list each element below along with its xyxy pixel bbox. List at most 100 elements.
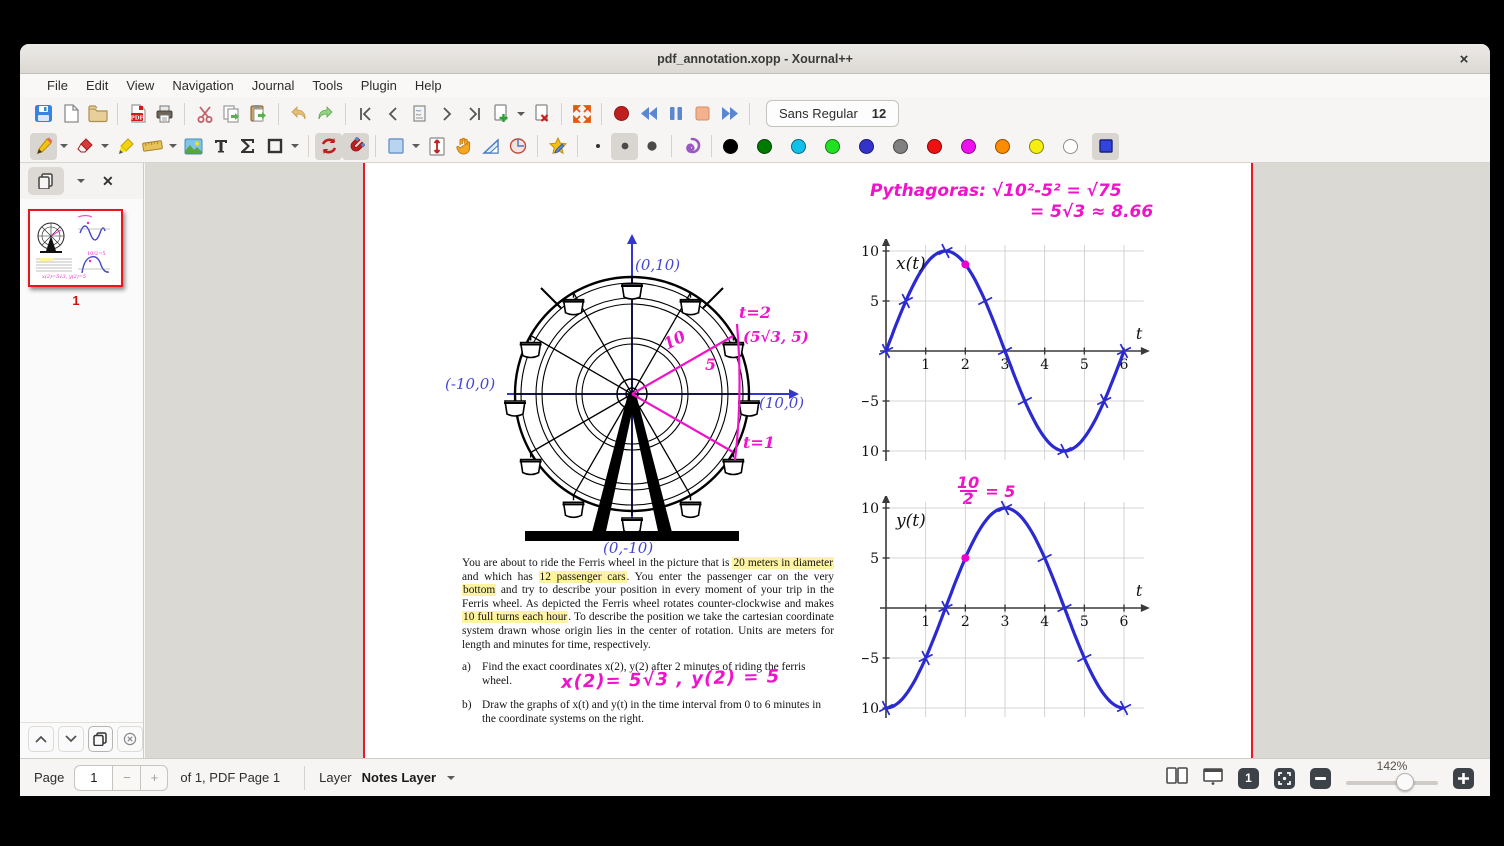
next-thumbnail-button[interactable]	[57, 725, 84, 752]
color-gray-icon[interactable]	[888, 134, 913, 159]
compass-icon[interactable]	[504, 133, 531, 160]
previous-thumbnail-button[interactable]	[28, 725, 54, 752]
pause-icon[interactable]	[662, 100, 689, 127]
previous-page-icon[interactable]	[379, 100, 406, 127]
page-number-input[interactable]: 1	[74, 764, 113, 791]
pen-dropdown[interactable]	[57, 133, 71, 160]
page-preview-tab[interactable]	[28, 167, 64, 195]
menu-plugin[interactable]: Plugin	[352, 76, 406, 95]
highlighter-tool-icon[interactable]	[112, 133, 139, 160]
color-blue-icon[interactable]	[854, 134, 879, 159]
dual-page-icon[interactable]	[1166, 767, 1188, 789]
redo-icon[interactable]	[312, 100, 339, 127]
toolbar-separator	[711, 135, 712, 157]
fullscreen-icon[interactable]	[568, 100, 595, 127]
shape-recognizer-icon[interactable]	[544, 133, 571, 160]
color-black-icon[interactable]	[718, 134, 743, 159]
ruler-tool-icon[interactable]	[139, 133, 166, 160]
insert-image-icon[interactable]	[180, 133, 207, 160]
page-count-label: of 1, PDF Page 1	[180, 770, 281, 785]
add-page-dropdown[interactable]	[514, 100, 528, 127]
layer-selector[interactable]: Notes Layer	[362, 770, 436, 785]
color-green-icon[interactable]	[752, 134, 777, 159]
rotation-snap-icon[interactable]	[315, 132, 342, 160]
wheel-label-top: (0,10)	[635, 256, 680, 274]
sidebar-dropdown[interactable]	[74, 168, 88, 195]
zoom-in-button[interactable]	[1453, 767, 1474, 789]
thickness-fine-icon[interactable]	[584, 133, 611, 160]
xt-graph: 123456105−5−10x(t)t	[862, 239, 1150, 461]
save-icon[interactable]	[30, 100, 57, 127]
color-picker-icon[interactable]	[1092, 132, 1119, 160]
text-tool-icon[interactable]	[207, 133, 234, 160]
setsquare-icon[interactable]	[477, 133, 504, 160]
first-page-icon[interactable]	[352, 100, 379, 127]
stop-icon[interactable]	[689, 100, 716, 127]
select-region-icon[interactable]	[382, 133, 409, 160]
eraser-tool-icon[interactable]	[71, 133, 98, 160]
undo-icon[interactable]	[285, 100, 312, 127]
page-decrement-button[interactable]: −	[112, 764, 141, 791]
ruler-dropdown[interactable]	[166, 133, 180, 160]
pen-tool-icon[interactable]	[30, 132, 57, 160]
menu-file[interactable]: File	[38, 76, 77, 95]
color-orange-icon[interactable]	[990, 134, 1015, 159]
paste-icon[interactable]	[245, 100, 272, 127]
delete-page-icon[interactable]	[528, 100, 555, 127]
font-family-value: Sans Regular	[779, 106, 858, 121]
export-pdf-icon[interactable]: PDF	[124, 100, 151, 127]
menu-view[interactable]: View	[117, 76, 163, 95]
page-thumbnail[interactable]: 10/2=5 x(2)=5√3, y(2)=5	[28, 209, 123, 287]
shapes-dropdown[interactable]	[288, 133, 302, 160]
cut-icon[interactable]	[191, 100, 218, 127]
shapes-tool-icon[interactable]	[261, 133, 288, 160]
pages-view-button[interactable]	[87, 725, 114, 752]
print-icon[interactable]	[151, 100, 178, 127]
add-page-icon[interactable]	[487, 100, 514, 127]
open-folder-icon[interactable]	[84, 100, 111, 127]
layer-dropdown[interactable]	[444, 764, 458, 791]
menu-navigation[interactable]: Navigation	[163, 76, 242, 95]
color-cyan-icon[interactable]	[786, 134, 811, 159]
last-page-icon[interactable]	[460, 100, 487, 127]
eraser-dropdown[interactable]	[98, 133, 112, 160]
snap-magnet-icon[interactable]	[342, 132, 369, 160]
zoom-slider[interactable]: 142%	[1346, 759, 1438, 796]
thickness-medium-icon[interactable]	[611, 132, 638, 160]
sidebar-close-icon[interactable]: ✕	[102, 173, 114, 190]
menu-tools[interactable]: Tools	[303, 76, 351, 95]
menu-edit[interactable]: Edit	[77, 76, 117, 95]
color-magenta-icon[interactable]	[956, 134, 981, 159]
zoom-slider-thumb[interactable]	[1396, 773, 1414, 791]
pdf-page[interactable]: (0,10) (-10,0) (10,0) (0,-10) t=2 (5√3, …	[363, 163, 1253, 758]
next-page-icon[interactable]	[433, 100, 460, 127]
forward-icon[interactable]	[716, 100, 743, 127]
new-document-icon[interactable]	[57, 100, 84, 127]
hand-tool-icon[interactable]	[450, 133, 477, 160]
current-page-icon[interactable]	[406, 100, 433, 127]
vertical-space-icon[interactable]	[423, 133, 450, 160]
font-selector-button[interactable]: Sans Regular 12	[766, 100, 900, 127]
zoom-100-button[interactable]: 1	[1238, 767, 1259, 789]
math-tex-icon[interactable]	[234, 133, 261, 160]
rewind-icon[interactable]	[635, 100, 662, 127]
color-white-icon[interactable]	[1058, 134, 1083, 159]
menu-help[interactable]: Help	[406, 76, 451, 95]
color-yellow-icon[interactable]	[1024, 134, 1049, 159]
presentation-icon[interactable]	[1203, 767, 1223, 790]
select-dropdown[interactable]	[409, 133, 423, 160]
svg-text:t: t	[1136, 581, 1143, 600]
zoom-fit-button[interactable]	[1274, 767, 1295, 789]
close-window-button[interactable]: ×	[1454, 49, 1474, 69]
close-preview-button[interactable]	[117, 725, 143, 752]
fill-tool-icon[interactable]	[678, 133, 705, 160]
zoom-out-button[interactable]	[1310, 767, 1331, 789]
color-lime-icon[interactable]	[820, 134, 845, 159]
color-red-icon[interactable]	[922, 134, 947, 159]
document-canvas[interactable]: (0,10) (-10,0) (10,0) (0,-10) t=2 (5√3, …	[145, 163, 1490, 758]
thickness-thick-icon[interactable]	[638, 133, 665, 160]
copy-icon[interactable]	[218, 100, 245, 127]
page-increment-button[interactable]: +	[140, 764, 169, 791]
menu-journal[interactable]: Journal	[243, 76, 304, 95]
record-icon[interactable]	[608, 100, 635, 127]
